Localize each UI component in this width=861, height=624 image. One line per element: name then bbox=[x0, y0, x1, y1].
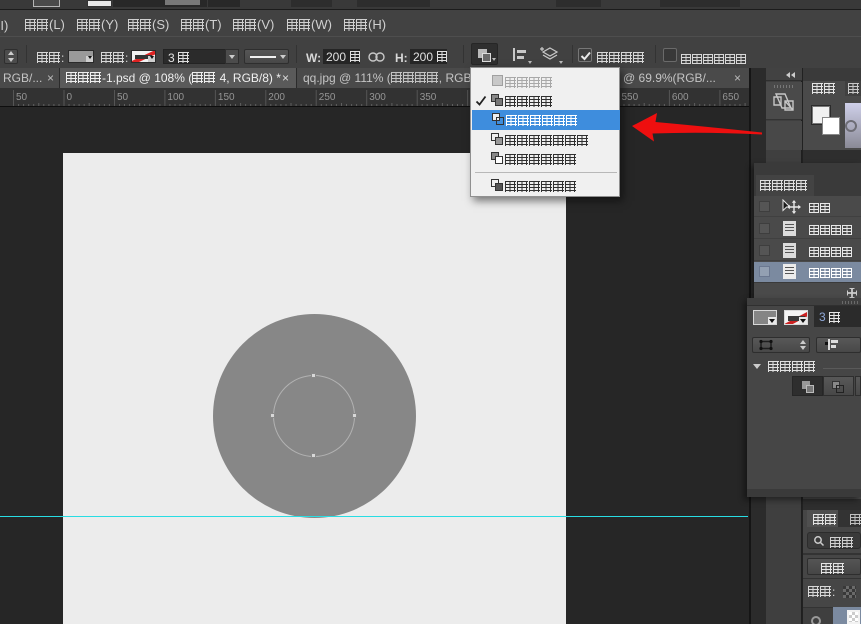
svg-text:50: 50 bbox=[117, 92, 129, 103]
svg-text:350: 350 bbox=[420, 92, 437, 103]
svg-text:250: 250 bbox=[319, 92, 336, 103]
svg-text:550: 550 bbox=[622, 92, 639, 103]
svg-text:50: 50 bbox=[16, 92, 28, 103]
svg-text:150: 150 bbox=[218, 92, 235, 103]
svg-text:300: 300 bbox=[369, 92, 386, 103]
svg-text:650: 650 bbox=[722, 92, 739, 103]
svg-text:0: 0 bbox=[67, 92, 73, 103]
svg-text:100: 100 bbox=[167, 92, 184, 103]
svg-text:200: 200 bbox=[268, 92, 285, 103]
svg-text:600: 600 bbox=[672, 92, 689, 103]
